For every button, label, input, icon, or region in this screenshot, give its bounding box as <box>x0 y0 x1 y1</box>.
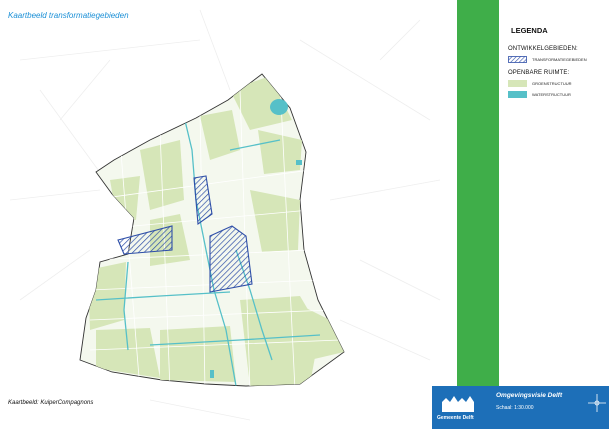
green-band <box>457 0 499 429</box>
legend-item-label: GROENSTRUCTUUR <box>532 81 572 86</box>
legend-title: LEGENDA <box>511 26 548 35</box>
document-title: Omgevingsvisie Delft <box>496 392 563 399</box>
map-scale: Schaal: 1:30.000 <box>496 405 534 411</box>
legend-item-label: TRANSFORMATIEGEBIEDEN <box>532 57 587 62</box>
legend-item-label: WATERSTRUCTUUR <box>532 92 571 97</box>
city-map <box>9 9 441 421</box>
map-title: Kaartbeeld transformatiegebieden <box>8 11 129 20</box>
water-swatch-icon <box>508 91 527 98</box>
map-credit: Kaartbeeld: KuiperCompagnons <box>8 400 94 406</box>
legend-section-heading: ONTWIKKELGEBIEDEN: <box>508 46 578 52</box>
hatch-swatch-icon <box>508 56 527 63</box>
legend-panel: LEGENDA ONTWIKKELGEBIEDEN: TRANSFORMATIE… <box>499 0 609 429</box>
organisation-name: Gemeente Delft <box>437 415 474 421</box>
transformation-area-central <box>209 225 253 293</box>
green-swatch-icon <box>508 80 527 87</box>
title-block: Gemeente Delft Omgevingsvisie Delft Scha… <box>432 386 609 429</box>
north-arrow-icon <box>588 394 606 412</box>
legend-section-heading: OPENBARE RUIMTE: <box>508 70 570 76</box>
delft-logo-icon <box>442 396 474 412</box>
